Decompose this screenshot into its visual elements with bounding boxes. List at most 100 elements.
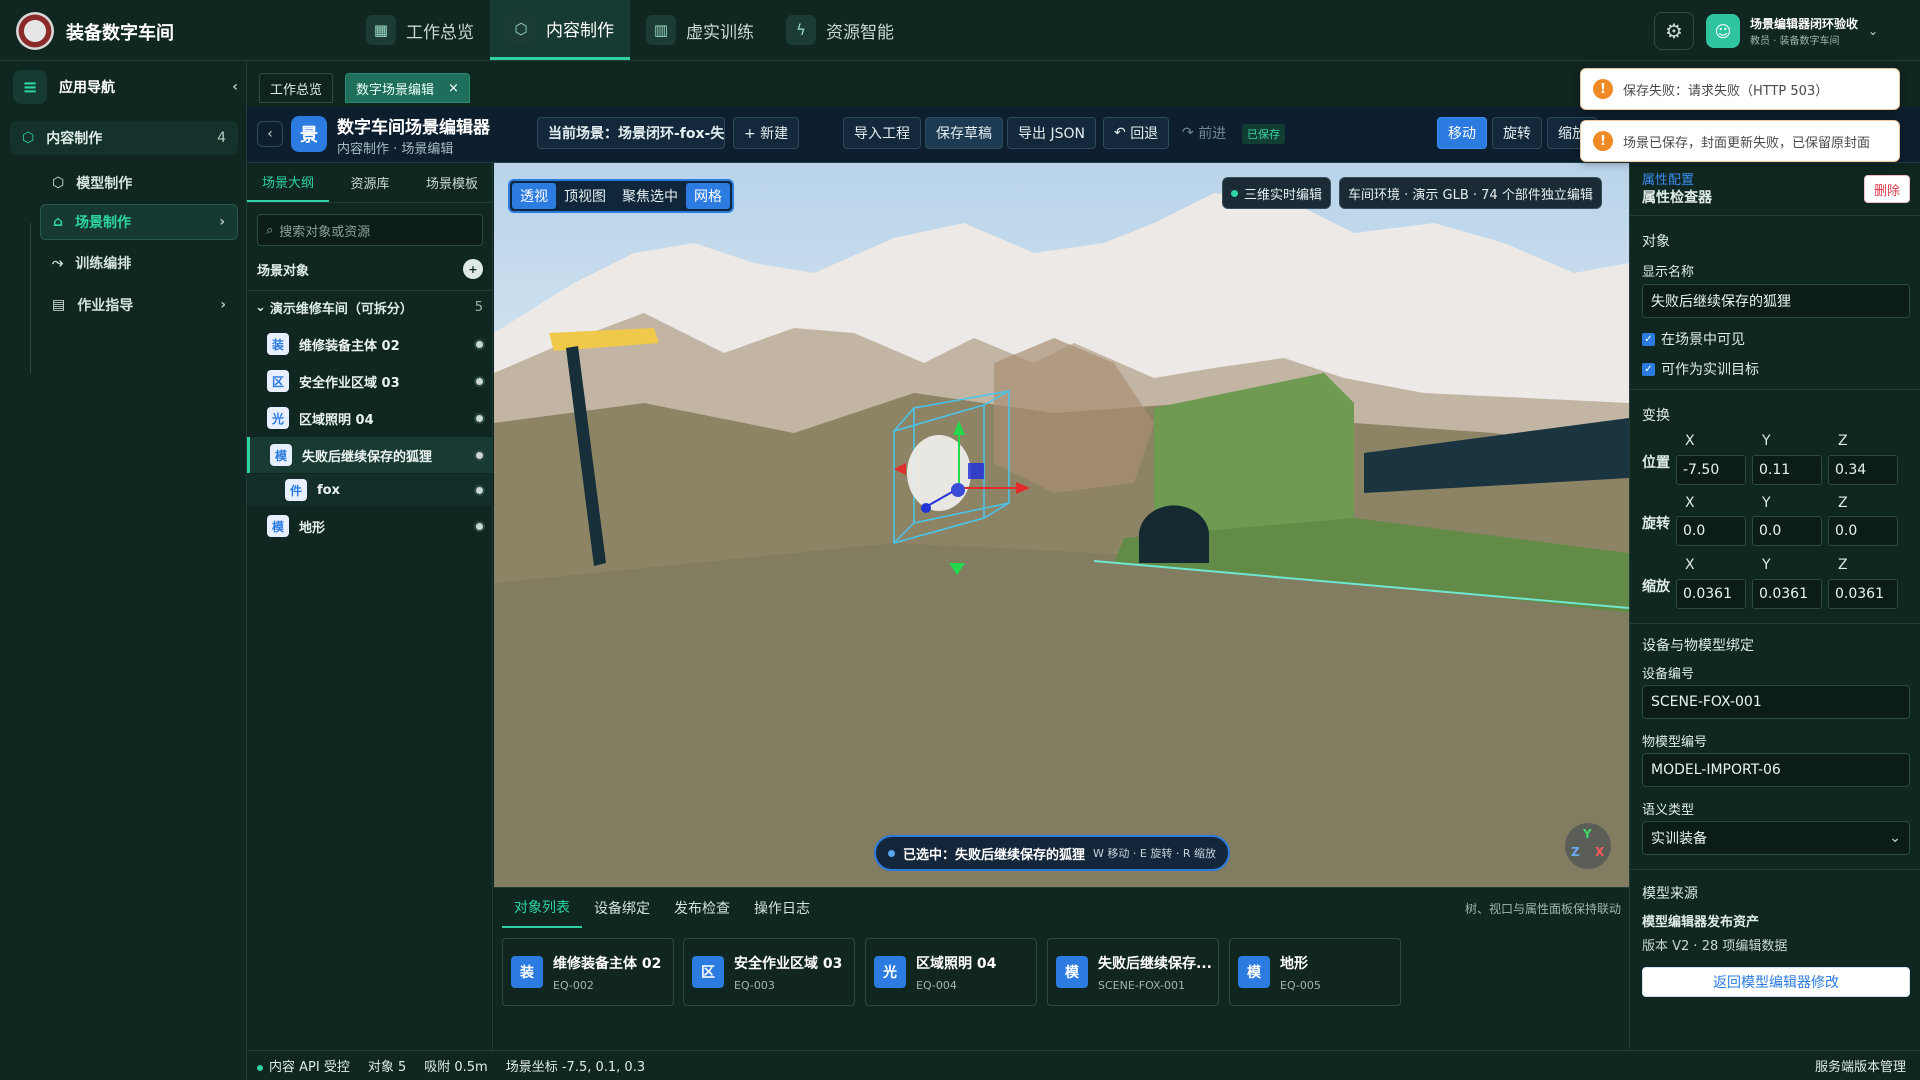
export-json-button[interactable]: 导出 JSON xyxy=(1007,117,1096,149)
back-button[interactable]: ‹ xyxy=(257,121,283,147)
tab-asset-library[interactable]: 资源库 xyxy=(329,163,411,202)
rotate-tool-button[interactable]: 旋转 xyxy=(1492,117,1542,149)
sidebar-section-content[interactable]: ⬡ 内容制作 4 xyxy=(10,121,238,155)
settings-button[interactable]: ⚙ xyxy=(1654,12,1694,50)
move-tool-button[interactable]: 移动 xyxy=(1437,117,1487,149)
search-icon: ⌕ xyxy=(266,222,274,238)
user-name: 场景编辑器闭环验收 xyxy=(1750,17,1859,31)
save-draft-button[interactable]: 保存草稿 xyxy=(925,117,1003,149)
error-toast[interactable]: ! 保存失败：请求失败（HTTP 503） xyxy=(1580,68,1900,110)
collapse-sidebar-icon[interactable]: ‹ xyxy=(232,79,238,95)
visibility-dot-icon[interactable] xyxy=(476,377,483,385)
add-object-icon[interactable]: + xyxy=(463,259,483,279)
redo-button[interactable]: ↷ 前进 xyxy=(1171,117,1237,149)
3d-viewport[interactable]: 透视 顶视图 聚焦选中 网格 三维实时编辑 车间环境 · 演示 GLB · 74… xyxy=(494,163,1629,887)
sidebar-item-training[interactable]: ⤳ 训练编排 xyxy=(40,245,238,281)
focus-selected-button[interactable]: 聚焦选中 xyxy=(614,183,686,209)
tree-node-label: 安全作业区域 03 xyxy=(299,375,400,391)
position-y-input[interactable]: 0.11 xyxy=(1752,455,1822,485)
visible-checkbox[interactable]: ✓ 在场景中可见 xyxy=(1642,329,1745,349)
undo-button[interactable]: ↶ 回退 xyxy=(1103,117,1170,149)
visibility-dot-icon[interactable] xyxy=(476,522,483,530)
topnav-item-overview[interactable]: ▦ 工作总览 xyxy=(350,0,490,60)
user-menu[interactable]: ☺ 场景编辑器闭环验收 教员 · 装备数字车间 ⌄ xyxy=(1706,14,1878,48)
tree-node[interactable]: 模地形 xyxy=(247,508,493,544)
visibility-dot-icon[interactable] xyxy=(476,451,483,459)
rotation-z-input[interactable]: 0.0 xyxy=(1828,516,1898,546)
source-version: 版本 V2 · 28 项编辑数据 xyxy=(1642,939,1788,954)
object-card[interactable]: 模地形 EQ-005 xyxy=(1229,938,1401,1006)
sidebar-item-guide[interactable]: ▤ 作业指导 › xyxy=(40,287,238,323)
sidebar-item-model[interactable]: ⬡ 模型制作 xyxy=(40,165,238,201)
menu-icon[interactable]: ≡ xyxy=(13,70,47,104)
perspective-button[interactable]: 透视 xyxy=(512,183,556,209)
view-tools: 透视 顶视图 聚焦选中 网格 xyxy=(508,179,734,213)
object-card[interactable]: 区安全作业区域 03 EQ-003 xyxy=(683,938,855,1006)
app-logo xyxy=(16,12,54,50)
tree-node[interactable]: 光区域照明 04 xyxy=(247,400,493,436)
scene-render xyxy=(494,193,1629,887)
card-code: SCENE-FOX-001 xyxy=(1098,978,1185,992)
scale-z-input[interactable]: 0.0361 xyxy=(1828,579,1898,609)
search-placeholder: 搜索对象或资源 xyxy=(279,224,371,240)
tab-overview[interactable]: 工作总览 xyxy=(259,73,334,103)
tree-node-selected[interactable]: 模失败后继续保存的狐狸 xyxy=(247,437,493,473)
position-z-input[interactable]: 0.34 xyxy=(1828,455,1898,485)
training-target-checkbox[interactable]: ✓ 可作为实训目标 xyxy=(1642,359,1759,379)
semantic-type-select[interactable]: 实训装备 ⌄ xyxy=(1642,821,1910,855)
axis-gizmo[interactable]: Y Z X xyxy=(1565,823,1611,869)
visibility-dot-icon[interactable] xyxy=(476,414,483,422)
tree-node[interactable]: 区安全作业区域 03 xyxy=(247,363,493,399)
chevron-right-icon: › xyxy=(219,214,225,230)
chevron-down-icon: ⌄ xyxy=(1889,830,1901,846)
tree-group[interactable]: ⌄ 演示维修车间（可拆分） 5 xyxy=(247,290,493,324)
status-bar: 内容 API 受控 对象 5 吸附 0.5m 场景坐标 -7.5, 0.1, 0… xyxy=(247,1050,1920,1080)
sidebar-item-label: 模型制作 xyxy=(76,176,133,192)
rotation-x-input[interactable]: 0.0 xyxy=(1676,516,1746,546)
selected-object-label: 已选中：失败后继续保存的狐狸 xyxy=(903,847,1086,863)
training-target-label: 可作为实训目标 xyxy=(1661,362,1759,378)
top-view-button[interactable]: 顶视图 xyxy=(556,183,614,209)
rotation-y-input[interactable]: 0.0 xyxy=(1752,516,1822,546)
warning-toast[interactable]: ! 场景已保存，封面更新失败，已保留原封面 xyxy=(1580,120,1900,162)
return-to-model-editor-button[interactable]: 返回模型编辑器修改 xyxy=(1642,967,1910,997)
object-card[interactable]: 光区域照明 04 EQ-004 xyxy=(865,938,1037,1006)
display-name-input[interactable]: 失败后继续保存的狐狸 xyxy=(1642,284,1910,318)
object-card[interactable]: 装维修装备主体 02 EQ-002 xyxy=(502,938,674,1006)
current-scene-select[interactable]: 当前场景：场景闭环-fox-失败... xyxy=(537,117,725,149)
scale-y-input[interactable]: 0.0361 xyxy=(1752,579,1822,609)
visibility-dot-icon[interactable] xyxy=(476,340,483,348)
sidebar-item-scene[interactable]: ⌂ 场景制作 › xyxy=(40,204,238,240)
import-button[interactable]: 导入工程 xyxy=(843,117,921,149)
tab-publish-check[interactable]: 发布检查 xyxy=(662,888,742,928)
tab-operation-log[interactable]: 操作日志 xyxy=(742,888,822,928)
new-button[interactable]: + 新建 xyxy=(733,117,800,149)
topnav-item-content[interactable]: ⬡ 内容制作 xyxy=(490,0,630,60)
delete-button[interactable]: 删除 xyxy=(1864,175,1910,203)
card-badge: 模 xyxy=(1056,956,1088,988)
model-code-input[interactable]: MODEL-IMPORT-06 xyxy=(1642,753,1910,787)
tree-node[interactable]: 装维修装备主体 02 xyxy=(247,326,493,362)
tab-scene-outline[interactable]: 场景大纲 xyxy=(247,163,329,202)
tab-scene-editor[interactable]: 数字场景编辑 × xyxy=(345,73,470,103)
topnav-item-training[interactable]: ▥ 虚实训练 xyxy=(630,0,770,60)
undo-label: 回退 xyxy=(1130,126,1159,142)
tree-node-child[interactable]: 件 fox xyxy=(247,474,493,506)
tab-object-list[interactable]: 对象列表 xyxy=(502,888,582,928)
scale-x-input[interactable]: 0.0361 xyxy=(1676,579,1746,609)
object-card[interactable]: 模失败后继续保存... SCENE-FOX-001 xyxy=(1047,938,1219,1006)
position-x-input[interactable]: -7.50 xyxy=(1676,455,1746,485)
tab-label: 数字场景编辑 xyxy=(356,82,435,98)
object-heading: 对象 xyxy=(1642,234,1670,250)
grid-toggle-button[interactable]: 网格 xyxy=(686,183,730,209)
topnav-label: 工作总览 xyxy=(406,22,474,43)
topnav-item-resources[interactable]: ϟ 资源智能 xyxy=(770,0,910,60)
visibility-dot-icon[interactable] xyxy=(476,486,483,494)
device-code-input[interactable]: SCENE-FOX-001 xyxy=(1642,685,1910,719)
tab-device-binding[interactable]: 设备绑定 xyxy=(582,888,662,928)
search-input[interactable]: ⌕ 搜索对象或资源 xyxy=(257,214,483,246)
visible-label: 在场景中可见 xyxy=(1661,332,1745,348)
tab-scene-templates[interactable]: 场景模板 xyxy=(411,163,493,202)
close-icon[interactable]: × xyxy=(448,81,459,96)
card-code: EQ-005 xyxy=(1280,978,1321,992)
